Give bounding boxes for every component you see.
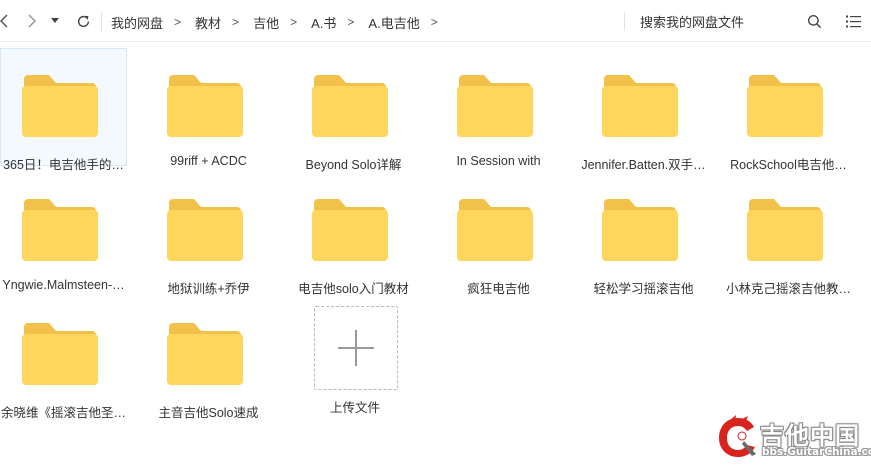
folder-icon [602, 75, 678, 137]
plus-icon [338, 330, 374, 366]
folder-item[interactable]: 主音吉他Solo速成 [145, 296, 272, 420]
toolbar: 我的网盘 > 教材 > 吉他 > A.书 > A.电吉他 > [0, 0, 871, 42]
refresh-icon [77, 15, 89, 27]
search-button[interactable] [802, 8, 826, 34]
folder-item[interactable]: Beyond Solo详解 [290, 48, 417, 172]
folder-item[interactable]: 轻松学习摇滚吉他 [580, 172, 707, 296]
folder-icon [747, 199, 823, 261]
folder-name: 地狱训练+乔伊 [167, 282, 250, 296]
folder-name: Jennifer.Batten.双手… [581, 158, 706, 172]
breadcrumb-separator-icon: > [290, 15, 298, 29]
chevron-left-icon [0, 14, 8, 28]
search-input[interactable] [640, 12, 790, 32]
folder-item[interactable]: RockSchool电吉他… [725, 48, 852, 172]
folder-icon [312, 75, 388, 137]
folder-item[interactable]: 电吉他solo入门教材 [290, 172, 417, 296]
refresh-button[interactable] [71, 8, 95, 34]
folder-name: 99riff + ACDC [170, 154, 247, 168]
folder-icon [167, 323, 243, 385]
breadcrumb: 我的网盘 > 教材 > 吉他 > A.书 > A.电吉他 > [111, 13, 452, 31]
folder-icon [167, 199, 243, 261]
watermark-logo: 吉他中国 bbs.GuitarChina.com [716, 414, 871, 462]
folder-item[interactable]: 地狱训练+乔伊 [145, 172, 272, 296]
folder-item[interactable]: Yngwie.Malmsteen-… [0, 172, 127, 292]
breadcrumb-separator-icon: > [347, 15, 355, 29]
file-grid: 365日！电吉他手的… 99riff + ACDC Beyond Solo详解 … [0, 42, 871, 466]
history-dropdown-button[interactable] [43, 8, 67, 34]
folder-name: 365日！电吉他手的… [3, 158, 124, 172]
folder-item[interactable]: 小林克己摇滚吉他教… [725, 172, 852, 296]
breadcrumb-item-books[interactable]: A.书 [311, 13, 336, 32]
upload-label: 上传文件 [329, 401, 380, 415]
upload-button[interactable] [314, 306, 398, 390]
toolbar-divider [101, 12, 102, 31]
folder-item[interactable]: 99riff + ACDC [145, 48, 272, 168]
folder-icon [22, 199, 98, 261]
folder-icon [312, 199, 388, 261]
folder-icon [747, 75, 823, 137]
back-button[interactable] [0, 8, 16, 34]
folder-item[interactable]: In Session with [435, 48, 562, 168]
folder-icon [457, 199, 533, 261]
caret-down-icon [51, 18, 59, 23]
folder-name: 电吉他solo入门教材 [298, 282, 409, 296]
folder-item[interactable]: 365日！电吉他手的… [0, 48, 127, 172]
search-divider [624, 12, 625, 31]
dragon-logo-icon [719, 415, 756, 457]
folder-item[interactable]: Jennifer.Batten.双手… [580, 48, 707, 172]
search-icon [807, 14, 821, 28]
breadcrumb-item-guitar[interactable]: 吉他 [253, 13, 279, 32]
breadcrumb-expand-icon[interactable]: > [431, 15, 438, 29]
list-view-icon [845, 15, 861, 27]
folder-item[interactable]: 疯狂电吉他 [435, 172, 562, 296]
breadcrumb-item-electric-guitar[interactable]: A.电吉他 [368, 13, 419, 32]
folder-name: 主音吉他Solo速成 [158, 406, 259, 420]
folder-name: In Session with [456, 154, 541, 168]
folder-icon [22, 75, 98, 137]
chevron-right-icon [28, 14, 37, 28]
folder-icon [22, 323, 98, 385]
breadcrumb-separator-icon: > [174, 15, 182, 29]
folder-name: 轻松学习摇滚吉他 [593, 282, 694, 296]
folder-name: Beyond Solo详解 [305, 158, 402, 172]
forward-button[interactable] [20, 8, 44, 34]
folder-name: 疯狂电吉他 [467, 282, 530, 296]
folder-name: 小林克己摇滚吉他教… [725, 282, 851, 296]
folder-name: RockSchool电吉他… [730, 158, 847, 172]
breadcrumb-item-textbooks[interactable]: 教材 [195, 13, 221, 32]
breadcrumb-separator-icon: > [232, 15, 240, 29]
view-mode-button[interactable] [841, 8, 865, 34]
breadcrumb-item-my-drive[interactable]: 我的网盘 [111, 13, 163, 32]
folder-name: Yngwie.Malmsteen-… [2, 278, 125, 292]
folder-icon [457, 75, 533, 137]
watermark-subtitle: bbs.GuitarChina.com [762, 446, 871, 458]
folder-item[interactable]: 余晓维《摇滚吉他圣… [0, 296, 127, 420]
folder-icon [602, 199, 678, 261]
folder-icon [167, 75, 243, 137]
folder-name: 余晓维《摇滚吉他圣… [0, 406, 126, 420]
